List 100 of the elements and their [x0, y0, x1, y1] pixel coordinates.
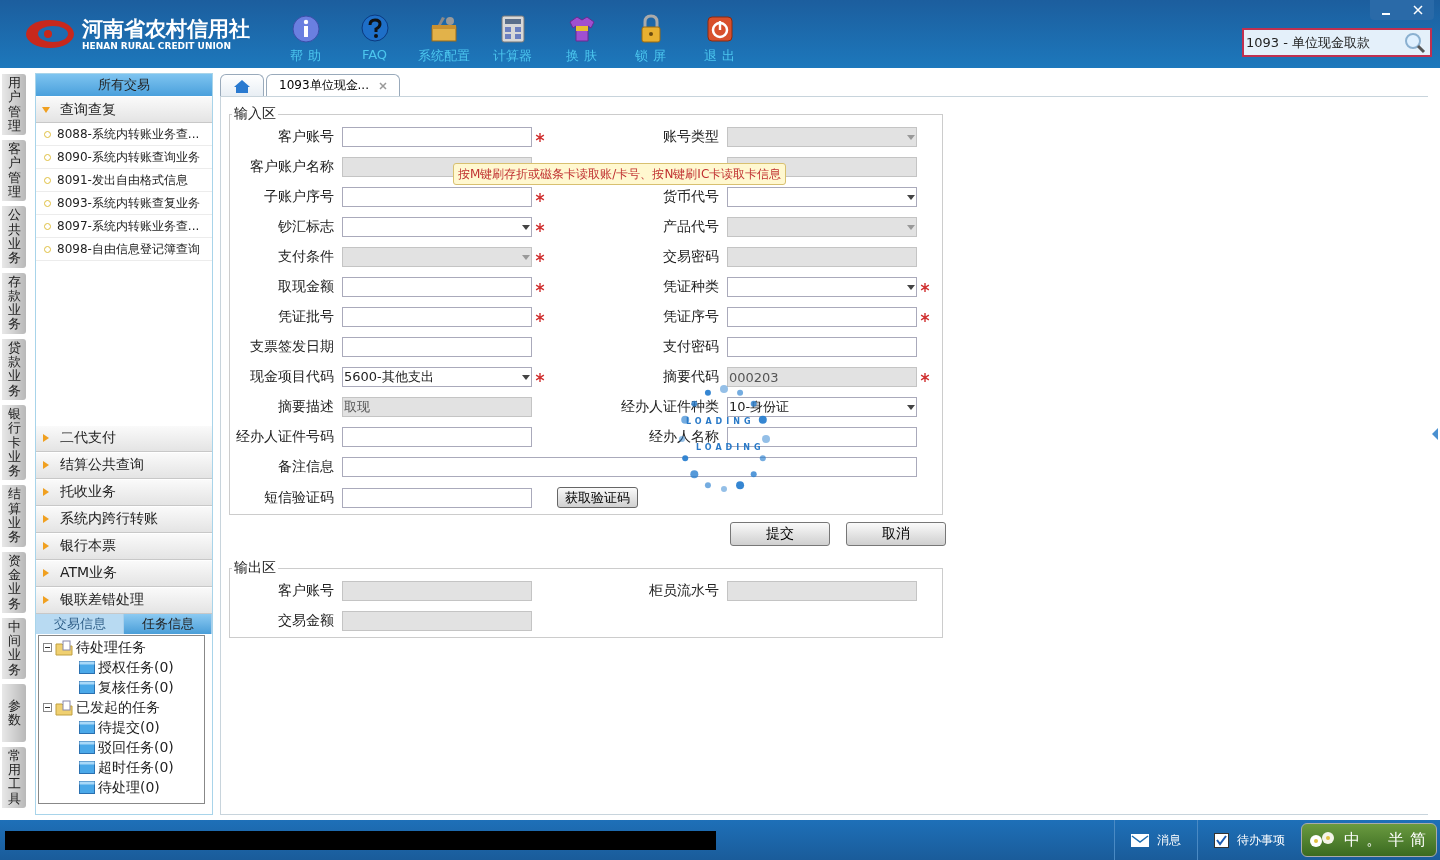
sidebar-group[interactable]: 结算公共查询: [36, 451, 212, 479]
input-field[interactable]: [342, 337, 532, 357]
dropdown-arrow-icon[interactable]: [522, 224, 530, 230]
tree-item[interactable]: 复核任务(0): [98, 678, 174, 697]
sidebar-item[interactable]: 8098-自由信息登记簿查询: [36, 238, 212, 261]
loading-text: LOADING: [696, 443, 765, 452]
search-icon[interactable]: [1404, 31, 1426, 54]
logo-icon: [24, 17, 76, 51]
tree-item[interactable]: 驳回任务(0): [98, 738, 174, 757]
field-label: 经办人证件号码: [236, 428, 334, 444]
collapse-icon[interactable]: [43, 643, 52, 652]
input-field[interactable]: [342, 127, 532, 147]
tree-item[interactable]: 已发起的任务: [76, 698, 160, 717]
home-tab[interactable]: [220, 74, 264, 96]
page-tab[interactable]: 1093单位现金...: [266, 74, 400, 96]
field-label: 凭证序号: [663, 308, 719, 324]
nav-tab[interactable]: 常用工具: [2, 746, 26, 808]
info-icon: [289, 13, 322, 45]
folder-icon: [79, 741, 95, 754]
field-label: 摘要描述: [278, 398, 334, 414]
folder-icon: [79, 681, 95, 694]
sidebar-group[interactable]: 银行本票: [36, 532, 212, 560]
section-title: 输入区: [233, 105, 277, 123]
nav-tab[interactable]: 资金业务: [2, 551, 26, 613]
field-label: 支付条件: [278, 248, 334, 264]
dropdown-arrow-icon[interactable]: [907, 194, 915, 200]
dropdown-arrow-icon[interactable]: [522, 374, 530, 380]
nav-tab[interactable]: 中间业务: [2, 617, 26, 679]
folder-icon: [55, 699, 73, 716]
field-label: 现金项目代码: [250, 368, 334, 384]
folder-icon: [79, 761, 95, 774]
envelope-icon: [1131, 833, 1149, 847]
field-label: 客户账户名称: [250, 158, 334, 174]
nav-tab[interactable]: 公共业务: [2, 206, 26, 268]
nav-tab[interactable]: 用户管理: [2, 74, 26, 136]
search-field[interactable]: 1093 - 单位现金取款: [1242, 28, 1432, 57]
input-field[interactable]: [727, 307, 917, 327]
sidebar-item[interactable]: 8097-系统内转账业务查...: [36, 215, 212, 238]
field-label: 子账户序号: [264, 188, 334, 204]
field-label: 客户账号: [278, 582, 334, 598]
sidebar-group[interactable]: 系统内跨行转账: [36, 505, 212, 533]
dropdown-field[interactable]: 5600-其他支出: [342, 367, 532, 387]
dropdown-field[interactable]: [727, 187, 917, 207]
sidebar-group[interactable]: 查询查复: [36, 96, 212, 123]
input-field[interactable]: [342, 277, 532, 297]
dropdown-field[interactable]: 10-身份证: [727, 397, 917, 417]
sidebar-item[interactable]: 8093-系统内转账查复业务: [36, 192, 212, 215]
input-field[interactable]: [727, 337, 917, 357]
dropdown-arrow-icon[interactable]: [907, 284, 915, 290]
tree-item[interactable]: 待提交(0): [98, 718, 160, 737]
field-label: 钞汇标志: [278, 218, 334, 234]
logo-title: 河南省农村信用社: [82, 16, 250, 41]
tree-item[interactable]: 待处理任务: [76, 638, 146, 657]
sidebar-group[interactable]: 银联差错处理: [36, 586, 212, 614]
field-label: 交易金额: [278, 612, 334, 628]
home-icon: [233, 78, 251, 93]
nav-tab[interactable]: 银行卡业务: [2, 404, 26, 481]
get-code-button[interactable]: 获取验证码: [557, 487, 638, 508]
input-field[interactable]: [342, 307, 532, 327]
field-label: 凭证批号: [278, 308, 334, 324]
folder-icon: [79, 781, 95, 794]
nav-tab[interactable]: 参数: [2, 684, 26, 742]
field-label: 交易密码: [663, 248, 719, 264]
dropdown-field[interactable]: [342, 217, 532, 237]
field-label: 支票签发日期: [250, 338, 334, 354]
sidebar-group[interactable]: ATM业务: [36, 559, 212, 587]
close-icon[interactable]: [379, 81, 387, 90]
sidebar-item[interactable]: 8091-发出自由格式信息: [36, 169, 212, 192]
nav-tab[interactable]: 存款业务: [2, 272, 26, 334]
action-button[interactable]: 提交: [730, 522, 830, 546]
input-field[interactable]: [342, 187, 532, 207]
status-button[interactable]: 待办事项: [1197, 820, 1301, 860]
field-label: 凭证种类: [663, 278, 719, 294]
tree-item[interactable]: 超时任务(0): [98, 758, 174, 777]
field-label: 货币代号: [663, 188, 719, 204]
dropdown-arrow-icon[interactable]: [907, 404, 915, 410]
field-label: 经办人证件种类: [621, 398, 719, 414]
sidebar-group[interactable]: 托收业务: [36, 478, 212, 506]
field-label: 账号类型: [663, 128, 719, 144]
ime-toolbar[interactable]: 中 。 半 简: [1301, 823, 1437, 857]
info-tab[interactable]: 任务信息: [124, 613, 212, 634]
status-button[interactable]: 消息: [1114, 820, 1197, 860]
input-field[interactable]: [342, 487, 532, 508]
tree-item[interactable]: 授权任务(0): [98, 658, 174, 677]
input-field[interactable]: [342, 457, 917, 477]
tree-item[interactable]: 待处理(0): [98, 778, 160, 797]
dropdown-field[interactable]: [727, 277, 917, 297]
sidebar-group[interactable]: 二代支付: [36, 424, 212, 452]
sidebar-item[interactable]: 8088-系统内转账业务查...: [36, 123, 212, 146]
nav-tab[interactable]: 客户管理: [2, 140, 26, 202]
nav-tab[interactable]: 贷款业务: [2, 338, 26, 400]
nav-tab[interactable]: 结算业务: [2, 485, 26, 547]
action-button[interactable]: 取消: [846, 522, 946, 546]
field-label: 支付密码: [663, 338, 719, 354]
collapse-arrow-icon[interactable]: [1432, 428, 1438, 440]
field-label: 取现金额: [278, 278, 334, 294]
sidebar-item[interactable]: 8090-系统内转账查询业务: [36, 146, 212, 169]
info-tab[interactable]: 交易信息: [36, 613, 124, 634]
collapse-icon[interactable]: [43, 703, 52, 712]
input-field[interactable]: [342, 427, 532, 447]
